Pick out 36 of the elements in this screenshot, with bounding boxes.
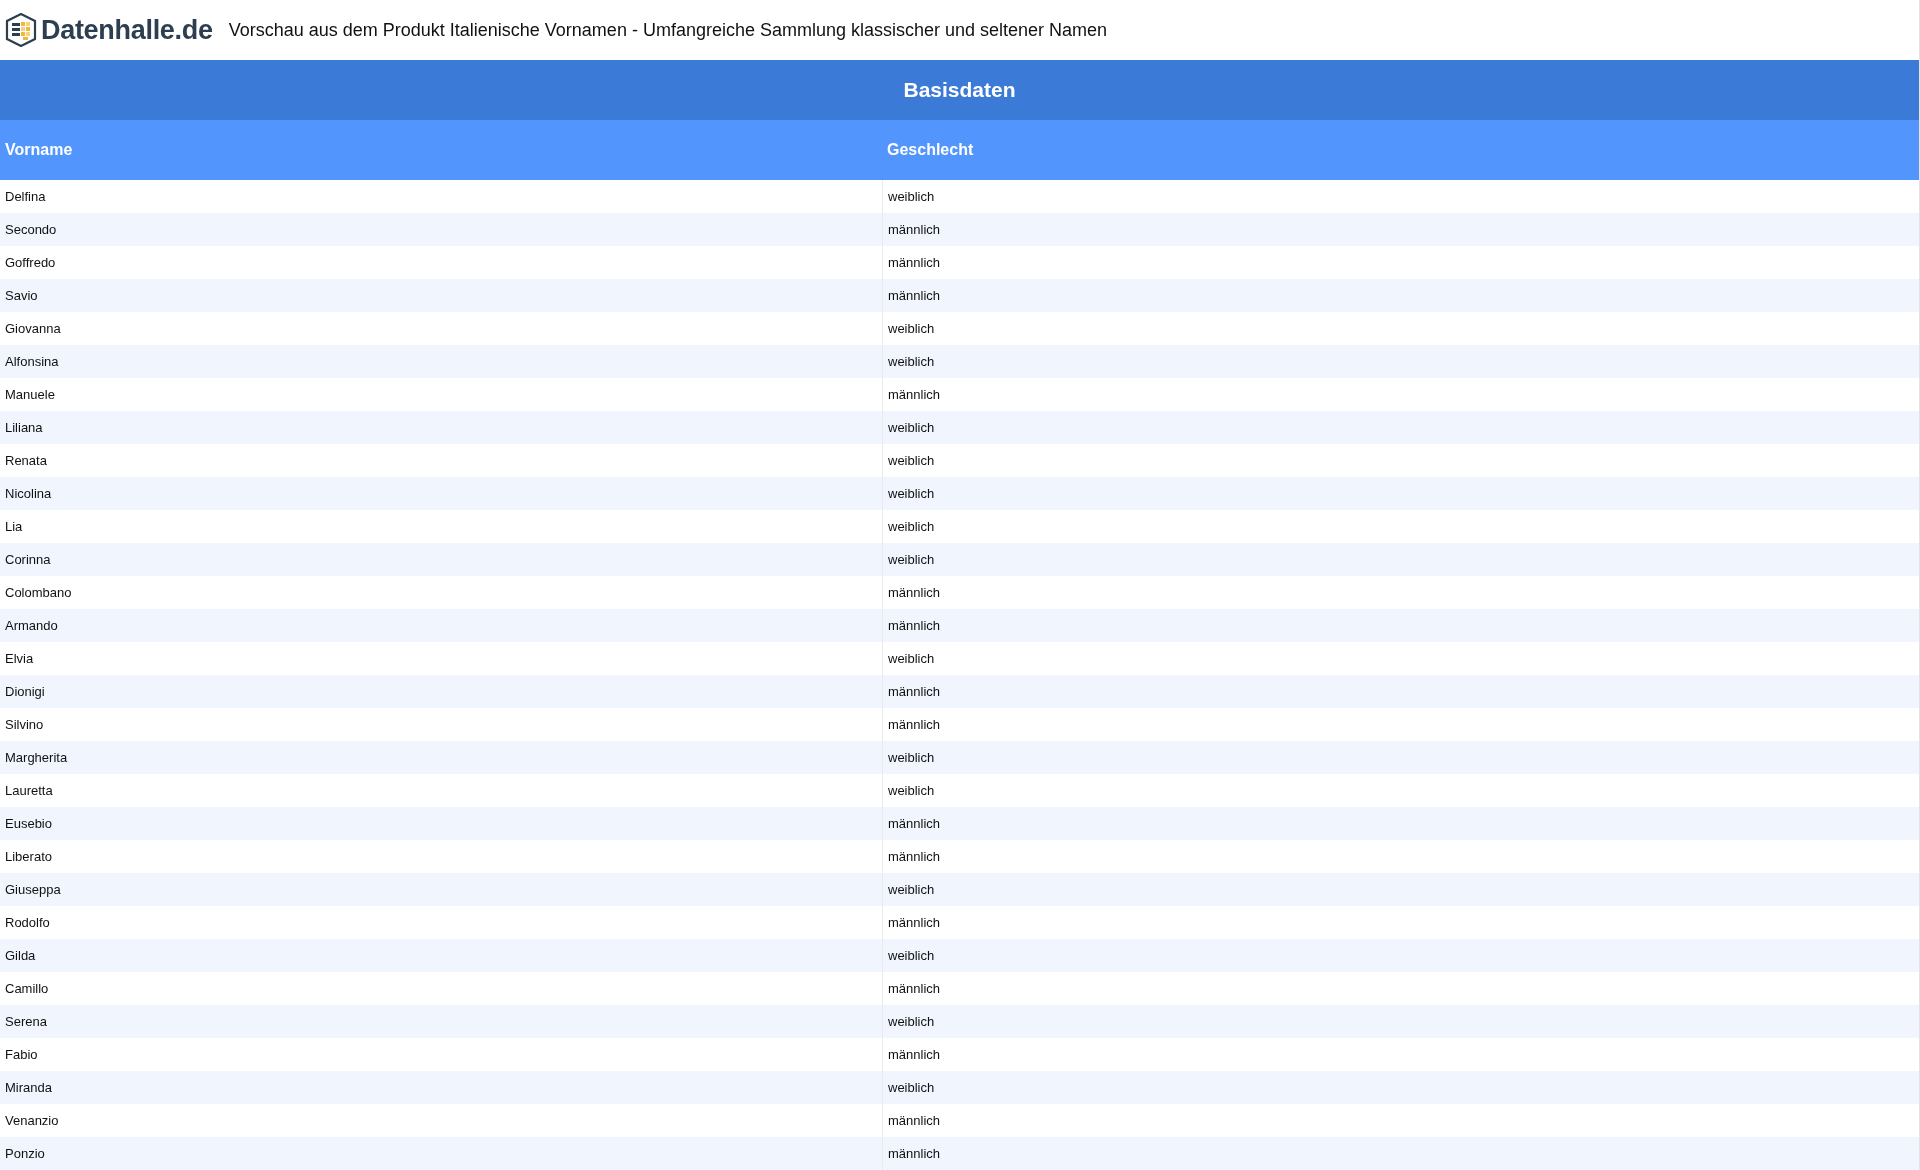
table-cell: männlich bbox=[882, 807, 1919, 840]
table-cell: Eusebio bbox=[0, 807, 882, 840]
logo-text[interactable]: Datenhalle.de bbox=[41, 14, 213, 46]
table-cell: weiblich bbox=[882, 939, 1919, 972]
table-cell: weiblich bbox=[882, 543, 1919, 576]
table-cell: Gilda bbox=[0, 939, 882, 972]
table-cell: Savio bbox=[0, 279, 882, 312]
table-cell: weiblich bbox=[882, 741, 1919, 774]
table-cell: Miranda bbox=[0, 1071, 882, 1104]
table-cell: männlich bbox=[882, 279, 1919, 312]
table-cell: Serena bbox=[0, 1005, 882, 1038]
table-cell: männlich bbox=[882, 675, 1919, 708]
table-cell: Margherita bbox=[0, 741, 882, 774]
page-title: Vorschau aus dem Produkt Italienische Vornamen - Umfangreiche Sammlung klassischer und seltener Namen bbox=[228, 19, 1108, 41]
column-header: Geschlecht bbox=[882, 120, 1919, 180]
column-header: Vorname bbox=[0, 120, 882, 180]
table-cell: Corinna bbox=[0, 543, 882, 576]
table-cell: weiblich bbox=[882, 873, 1919, 906]
table-cell: weiblich bbox=[882, 345, 1919, 378]
table-cell: Liliana bbox=[0, 411, 882, 444]
table-cell: weiblich bbox=[882, 477, 1919, 510]
table-cell: Dionigi bbox=[0, 675, 882, 708]
table-cell: weiblich bbox=[882, 1071, 1919, 1104]
table-cell: Nicolina bbox=[0, 477, 882, 510]
table-cell: männlich bbox=[882, 213, 1919, 246]
table-cell: Armando bbox=[0, 609, 882, 642]
table-cell: weiblich bbox=[882, 1005, 1919, 1038]
table-cell: Ponzio bbox=[0, 1137, 882, 1170]
table-cell: männlich bbox=[882, 1137, 1919, 1170]
table-cell: Secondo bbox=[0, 213, 882, 246]
logo-icon bbox=[5, 13, 37, 47]
group-heading: Basisdaten bbox=[0, 60, 1919, 120]
table-cell: weiblich bbox=[882, 411, 1919, 444]
table-cell: Alfonsina bbox=[0, 345, 882, 378]
table-cell: männlich bbox=[882, 609, 1919, 642]
table-cell: Giuseppa bbox=[0, 873, 882, 906]
